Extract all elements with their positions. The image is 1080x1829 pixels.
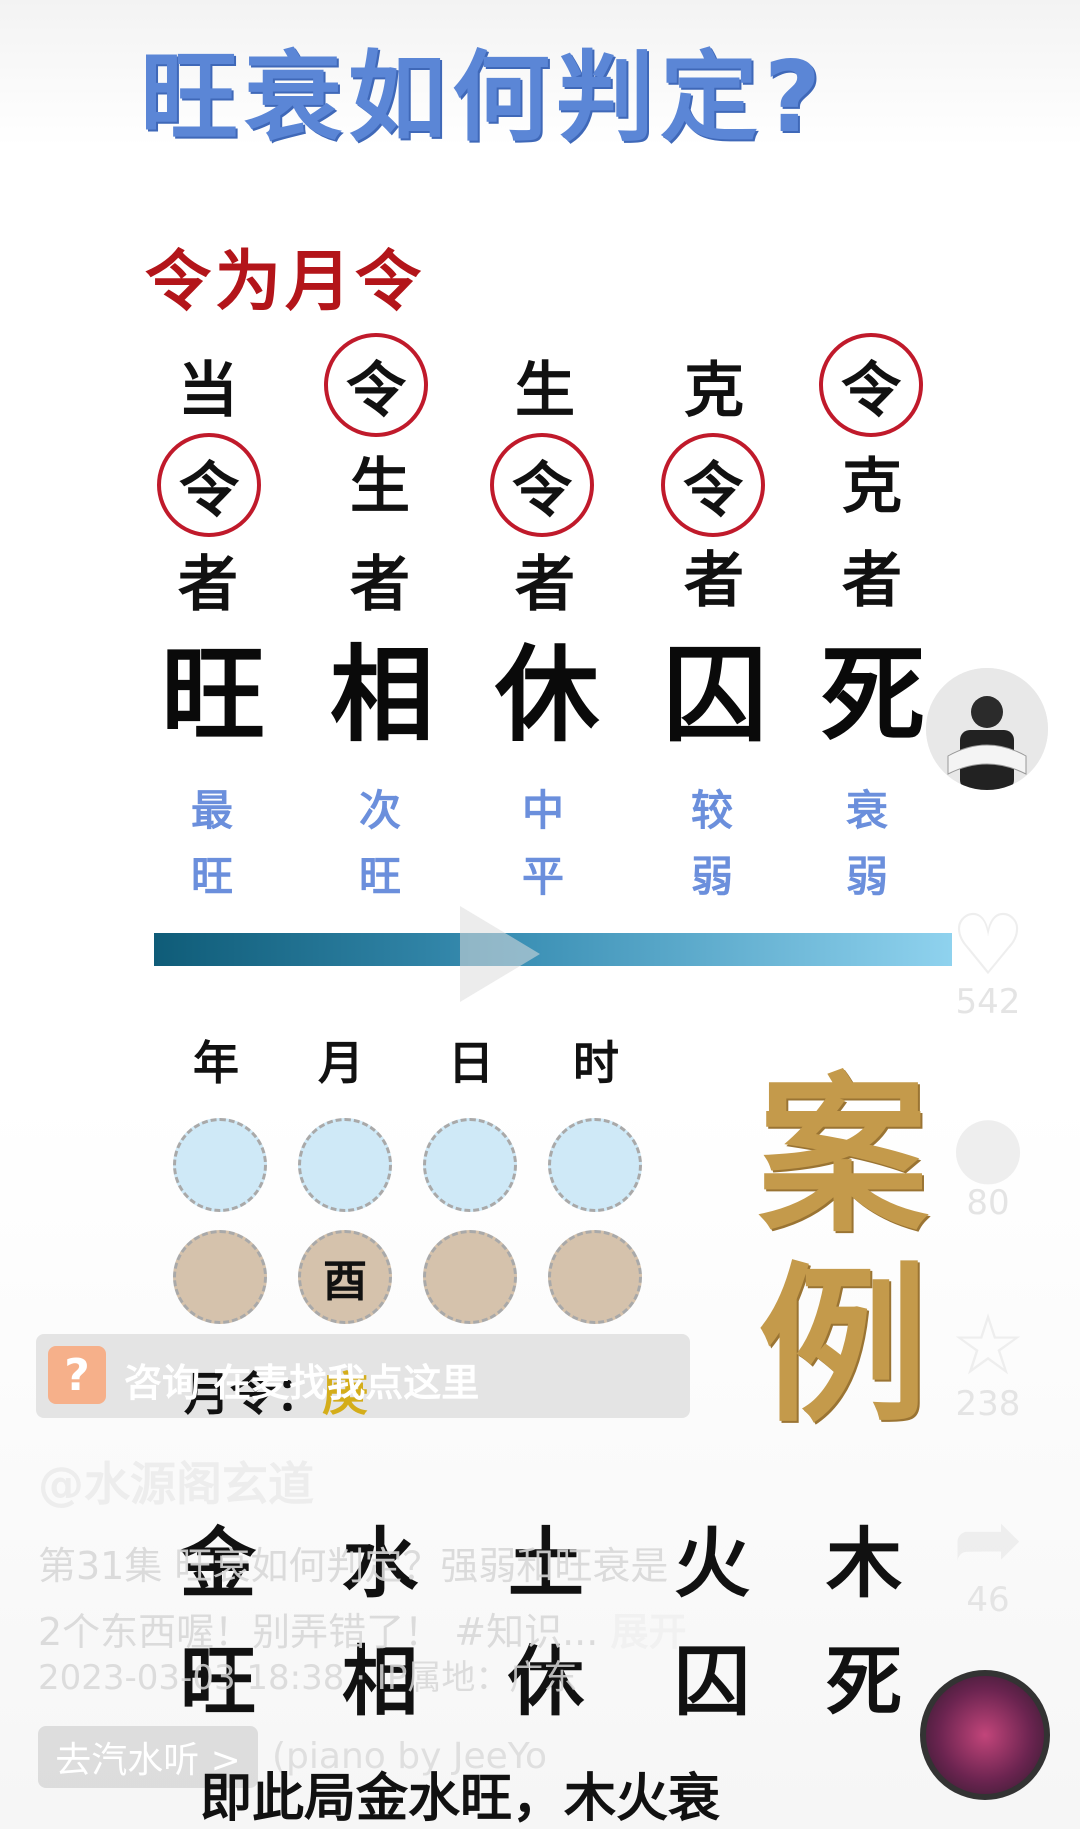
- state-si: 死: [820, 632, 925, 756]
- branch-year: [173, 1230, 267, 1324]
- desc-col2: 次旺: [358, 786, 401, 901]
- grid-r1-c1: 当: [178, 355, 238, 426]
- branch-month: 酉: [298, 1230, 392, 1324]
- share-icon[interactable]: ➦: [938, 1494, 1038, 1584]
- heart-icon[interactable]: ♡: [938, 900, 1038, 990]
- desc-col3: 中平: [521, 786, 564, 901]
- comment-icon[interactable]: ●: [938, 1100, 1038, 1190]
- page-title: 旺衰如何判定?: [140, 41, 827, 155]
- subtitle: 令为月令: [145, 242, 425, 320]
- avatar[interactable]: [922, 664, 1052, 794]
- grid-r1-c5-circled: 令: [819, 333, 923, 437]
- comment-count: 80: [966, 1183, 1010, 1223]
- like-count: 542: [955, 982, 1021, 1022]
- state-qiu: 囚: [662, 632, 767, 756]
- pillar-header-day: 日: [448, 1036, 494, 1090]
- desc-col5: 衰弱: [845, 786, 888, 901]
- grid-r1-c3: 生: [515, 355, 575, 426]
- post-date: 2023-03-03 18:38 · IP属地：广东: [38, 1658, 578, 1698]
- grid-r2-c5: 克: [842, 451, 902, 522]
- grid-r2-c3-circled: 令: [490, 433, 594, 537]
- divider-bar: [154, 933, 952, 966]
- grid-r3-c4: 者: [684, 545, 744, 616]
- share-count: 46: [966, 1580, 1010, 1620]
- pillar-header-hour: 时: [573, 1036, 619, 1090]
- stem-year: [173, 1118, 267, 1212]
- consult-text[interactable]: 咨询 在麦找我点这里: [124, 1352, 479, 1407]
- desc-col4: 较弱: [690, 786, 733, 901]
- grid-r2-c2: 生: [350, 451, 410, 522]
- state-xiu: 休: [494, 632, 599, 756]
- video-frame[interactable]: 旺衰如何判定? 令为月令 当 令 生 克 令 令 生 令 令 克 者 者 者 者…: [0, 0, 1080, 1829]
- star-icon[interactable]: ☆: [938, 1300, 1038, 1390]
- state-wang: 旺: [160, 632, 265, 756]
- music-disc-icon[interactable]: [920, 1670, 1050, 1800]
- pillar-header-year: 年: [193, 1036, 239, 1090]
- video-caption[interactable]: 第31集 旺衰如何判定？强弱和旺衰是 2个东西喔！别弄错了！ #知识... 展开: [38, 1533, 838, 1665]
- desc-col1: 最旺: [190, 786, 233, 901]
- pillar-header-month: 月: [318, 1036, 364, 1090]
- conclusion-line: 即此局金水旺，木火衰: [200, 1768, 721, 1829]
- question-icon: ?: [48, 1346, 106, 1404]
- author-handle[interactable]: @水源阁玄道: [38, 1448, 314, 1514]
- grid-r3-c5: 者: [842, 545, 902, 616]
- state-xiang: 相: [329, 632, 434, 756]
- grid-r2-c1-circled: 令: [157, 433, 261, 537]
- play-icon[interactable]: [460, 906, 540, 1002]
- stem-hour: [548, 1118, 642, 1212]
- grid-r1-c2-circled: 令: [324, 333, 428, 437]
- grid-r1-c4: 克: [684, 355, 744, 426]
- avatar-image: [926, 668, 1048, 790]
- stem-month: [298, 1118, 392, 1212]
- stem-day: [423, 1118, 517, 1212]
- expand-link[interactable]: 展开: [610, 1610, 686, 1654]
- branch-day: [423, 1230, 517, 1324]
- branch-hour: [548, 1230, 642, 1324]
- grid-r2-c4-circled: 令: [661, 433, 765, 537]
- favorite-count: 238: [955, 1384, 1021, 1424]
